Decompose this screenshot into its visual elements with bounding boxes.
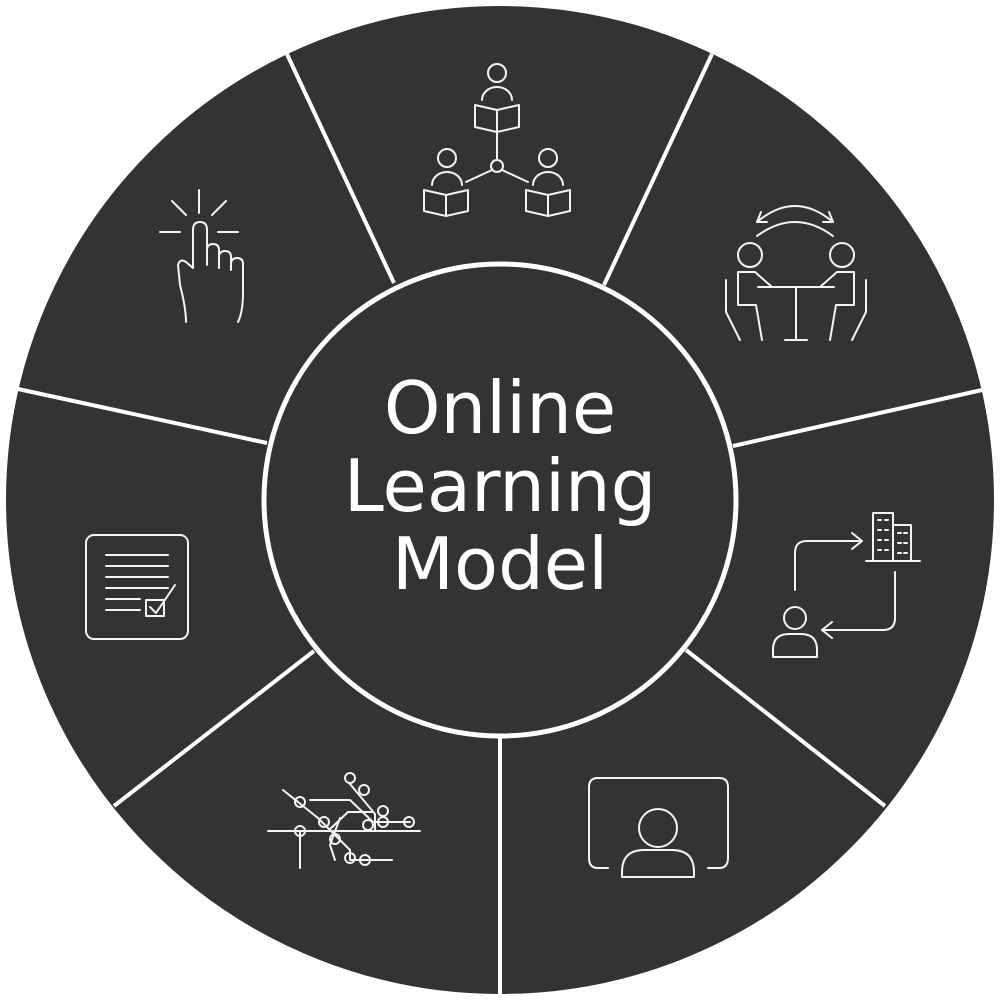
- diagram-title: Online Learning Model: [300, 366, 700, 606]
- title-line-1: Online: [383, 366, 617, 450]
- online-learning-model-diagram: Online Learning Model: [0, 0, 1000, 1000]
- title-line-2: Learning: [343, 443, 657, 528]
- title-line-3: Model: [391, 521, 609, 606]
